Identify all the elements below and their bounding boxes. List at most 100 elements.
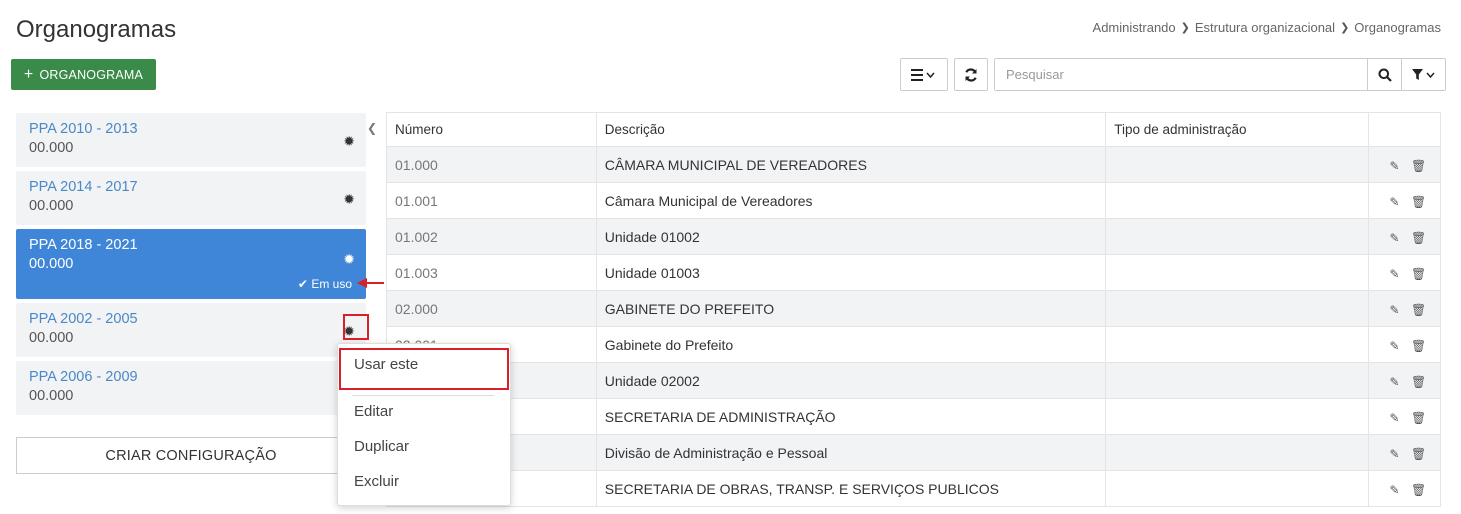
add-organograma-button[interactable]: + ORGANOGRAMA (11, 59, 156, 90)
search-icon (1378, 68, 1392, 82)
plus-icon: + (23, 65, 34, 83)
in-use-label: Em uso (311, 277, 352, 291)
trash-icon[interactable]: 🗑 (1411, 267, 1426, 281)
trash-icon[interactable]: 🗑 (1411, 159, 1426, 173)
config-name: PPA 2018 - 2021 (29, 237, 138, 253)
gear-icon[interactable]: ✹ (343, 251, 355, 268)
cell-descricao: Unidade 02002 (595, 362, 1107, 399)
config-name: PPA 2006 - 2009 (29, 369, 138, 385)
table-row[interactable]: 01.003 Unidade 01003 ✎ 🗑 (386, 254, 1442, 291)
cell-numero: 01.002 (386, 218, 597, 255)
pencil-icon[interactable]: ✎ (1388, 339, 1401, 353)
cell-tipo (1105, 434, 1369, 471)
table-row[interactable]: Unidade 02002 ✎ 🗑 (386, 362, 1442, 399)
cell-descricao: CÂMARA MUNICIPAL DE VEREADORES (595, 146, 1107, 183)
cell-tipo (1105, 470, 1369, 507)
table-row[interactable]: 02.001 Gabinete do Prefeito ✎🗑 (386, 326, 1442, 363)
chevron-left-icon[interactable]: ❮ (366, 117, 378, 139)
table-row[interactable]: 01.002 Unidade 01002 ✎ 🗑 (386, 218, 1442, 255)
pencil-icon[interactable]: ✎ (1388, 267, 1401, 281)
cell-descricao: Unidade 01003 (595, 254, 1107, 291)
pencil-icon[interactable]: ✎ (1388, 231, 1401, 245)
create-config-button[interactable]: CRIAR CONFIGURAÇÃO (16, 437, 366, 474)
cell-tipo (1105, 182, 1369, 219)
menu-item-duplicar[interactable]: Duplicar (354, 438, 409, 455)
config-code: 00.000 (29, 388, 74, 404)
table-row[interactable]: SECRETARIA DE ADMINISTRAÇÃO ✎ 🗑 (386, 398, 1442, 435)
menu-item-editar[interactable]: Editar (354, 403, 393, 420)
config-card[interactable]: PPA 2002 - 2005 00.000 ✹ (16, 303, 369, 357)
config-actions-menu: Usar este Editar Duplicar Excluir (337, 343, 511, 506)
config-card[interactable]: PPA 2014 - 2017 00.000 ✹ (16, 171, 366, 225)
row-actions: ✎ 🗑 (1367, 146, 1442, 183)
row-actions: ✎ 🗑 (1367, 182, 1442, 219)
table-row[interactable]: 02.000 GABINETE DO PREFEITO ✎ 🗑 (386, 290, 1442, 327)
search-button[interactable] (1367, 59, 1401, 90)
trash-icon[interactable]: 🗑 (1411, 411, 1426, 425)
table-row[interactable]: 01.001 Câmara Municipal de Vereadores ✎ 🗑 (386, 182, 1442, 219)
pencil-icon[interactable]: ✎ (1388, 447, 1401, 461)
column-header-tipo[interactable]: Tipo de administração (1105, 112, 1369, 147)
config-card[interactable]: PPA 2006 - 2009 00.000 (16, 361, 366, 415)
config-list: PPA 2010 - 2013 00.000 ✹ PPA 2014 - 2017… (16, 113, 369, 419)
cell-tipo (1105, 290, 1369, 327)
table-row[interactable]: Divisão de Administração e Pessoal ✎ 🗑 (386, 434, 1442, 471)
gear-icon[interactable]: ✹ (343, 191, 355, 208)
cell-numero: 01.000 (386, 146, 597, 183)
pencil-icon[interactable]: ✎ (1388, 411, 1401, 425)
config-code: 00.000 (29, 140, 74, 156)
trash-icon[interactable]: 🗑 (1411, 195, 1426, 209)
menu-item-excluir[interactable]: Excluir (354, 473, 399, 490)
annotation-arrow-head (357, 278, 367, 288)
cell-numero: 01.003 (386, 254, 597, 291)
trash-icon[interactable]: 🗑 (1411, 447, 1426, 461)
trash-icon[interactable]: 🗑 (1411, 231, 1426, 245)
row-actions: ✎ 🗑 (1367, 434, 1442, 471)
pencil-icon[interactable]: ✎ (1388, 195, 1401, 209)
trash-icon[interactable]: 🗑 (1411, 483, 1426, 497)
cell-tipo (1105, 218, 1369, 255)
row-actions: ✎ 🗑 (1367, 362, 1442, 399)
organograma-table: Número Descrição Tipo de administração 0… (386, 112, 1442, 507)
config-name: PPA 2010 - 2013 (29, 121, 138, 137)
search-input[interactable] (995, 59, 1367, 90)
list-menu-icon (911, 68, 935, 81)
trash-icon[interactable]: 🗑 (1411, 339, 1426, 353)
refresh-button[interactable] (954, 58, 988, 91)
filter-button[interactable] (1401, 59, 1445, 90)
table-row[interactable]: SECRETARIA DE OBRAS, TRANSP. E SERVIÇOS … (386, 470, 1442, 507)
pencil-icon[interactable]: ✎ (1388, 303, 1401, 317)
in-use-badge: ✔ Em uso (298, 277, 352, 291)
column-header-numero[interactable]: Número (386, 112, 597, 147)
cell-descricao: SECRETARIA DE OBRAS, TRANSP. E SERVIÇOS … (595, 470, 1107, 507)
table-row[interactable]: 01.000 CÂMARA MUNICIPAL DE VEREADORES ✎ 🗑 (386, 146, 1442, 183)
cell-descricao: Câmara Municipal de Vereadores (595, 182, 1107, 219)
row-actions: ✎ 🗑 (1367, 254, 1442, 291)
gear-icon[interactable]: ✹ (343, 133, 355, 150)
pencil-icon[interactable]: ✎ (1388, 483, 1401, 497)
breadcrumb-item-estrutura[interactable]: Estrutura organizacional (1195, 20, 1335, 35)
config-card[interactable]: PPA 2010 - 2013 00.000 ✹ (16, 113, 366, 167)
config-code: 00.000 (29, 198, 74, 214)
cell-descricao: Gabinete do Prefeito (595, 326, 1107, 363)
cell-tipo (1105, 146, 1369, 183)
column-header-descricao[interactable]: Descrição (595, 112, 1107, 147)
menu-divider (352, 395, 494, 396)
menu-item-usar-este[interactable]: Usar este (354, 356, 418, 373)
cell-descricao: Divisão de Administração e Pessoal (595, 434, 1107, 471)
cell-descricao: Unidade 01002 (595, 218, 1107, 255)
trash-icon[interactable]: 🗑 (1411, 375, 1426, 389)
chevron-right-icon: ❯ (1340, 22, 1350, 34)
search-box (994, 58, 1446, 91)
pencil-icon[interactable]: ✎ (1388, 159, 1401, 173)
config-code: 00.000 (29, 330, 74, 346)
row-actions: ✎ 🗑 (1367, 470, 1442, 507)
breadcrumb-item-administrando[interactable]: Administrando (1093, 20, 1176, 35)
config-card-active[interactable]: PPA 2018 - 2021 00.000 ✹ ✔ Em uso (16, 229, 366, 299)
filter-icon (1411, 68, 1435, 80)
trash-icon[interactable]: 🗑 (1411, 303, 1426, 317)
list-view-button[interactable] (900, 58, 948, 91)
pencil-icon[interactable]: ✎ (1388, 375, 1401, 389)
annotation-arrow (366, 282, 384, 284)
cell-descricao: SECRETARIA DE ADMINISTRAÇÃO (595, 398, 1107, 435)
